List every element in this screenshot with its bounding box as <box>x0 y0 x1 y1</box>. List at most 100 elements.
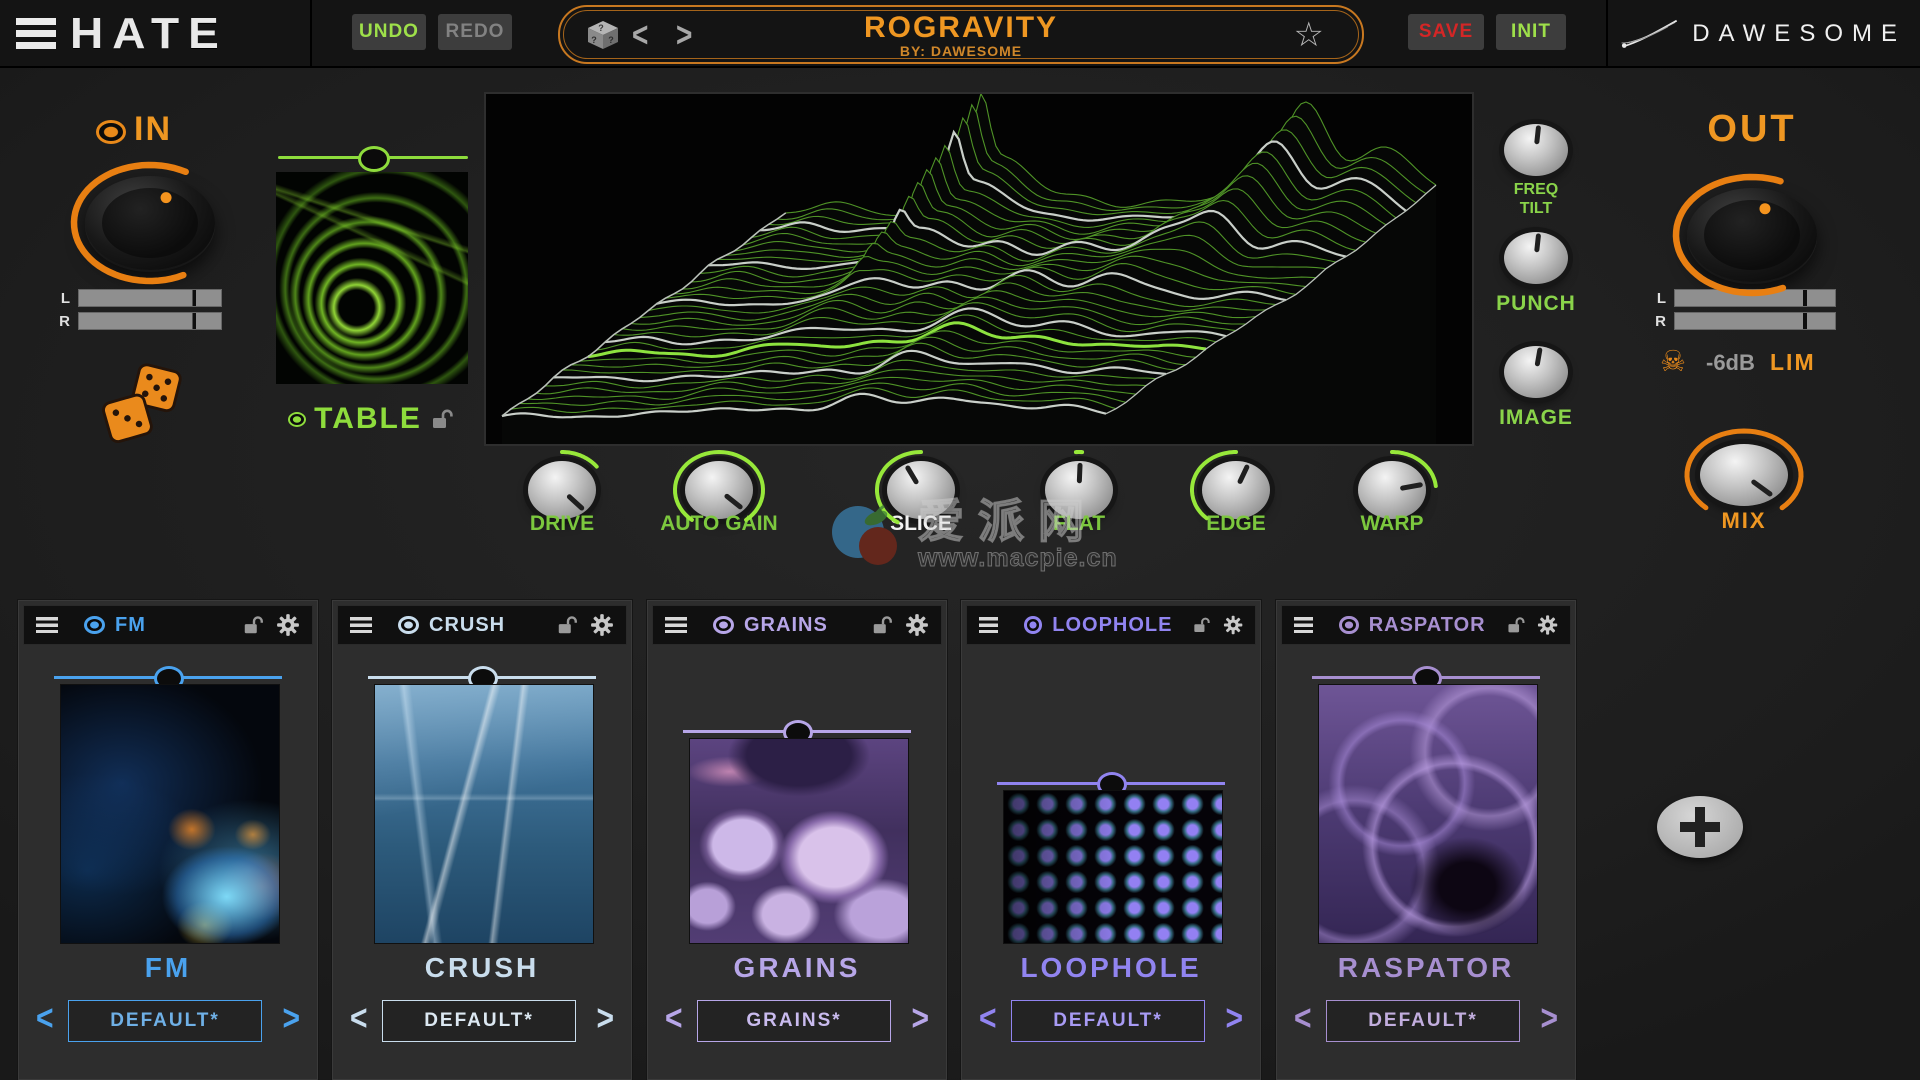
module-artwork[interactable] <box>1318 684 1538 944</box>
table-unlock-icon[interactable] <box>430 408 456 430</box>
wavetable-3d-display[interactable] <box>484 92 1474 446</box>
module-settings-icon[interactable] <box>905 613 929 637</box>
module-preset-box[interactable]: DEFAULT* <box>1326 1000 1520 1042</box>
app-logo: HATE <box>70 7 228 58</box>
auto-gain-knob[interactable] <box>685 461 753 519</box>
preset-browser[interactable]: ? ? ? < > ROGRAVITY BY: DAWESOME ☆ <box>558 5 1364 64</box>
module-prev-preset[interactable]: < <box>665 999 683 1040</box>
module-next-preset[interactable]: > <box>1225 999 1243 1040</box>
module-next-preset[interactable]: > <box>282 999 300 1040</box>
module-preset-box[interactable]: DEFAULT* <box>1011 1000 1205 1042</box>
table-slider-handle[interactable] <box>358 146 390 172</box>
drive-label: DRIVE <box>492 512 632 536</box>
module-name[interactable]: GRAINS <box>744 614 828 637</box>
preset-author: BY: DAWESOME <box>560 43 1362 59</box>
module-preset-box[interactable]: DEFAULT* <box>382 1000 576 1042</box>
out-meter-left: L <box>1652 289 1836 307</box>
punch-knob[interactable] <box>1504 232 1568 284</box>
in-gain-knob[interactable] <box>85 176 215 270</box>
module-settings-icon[interactable] <box>1223 613 1243 637</box>
save-button[interactable]: SAVE <box>1408 14 1484 50</box>
limiter-value[interactable]: -6dB <box>1706 350 1755 376</box>
drive-knob[interactable] <box>528 461 596 519</box>
module-next-preset[interactable]: > <box>911 999 929 1040</box>
module-artwork[interactable] <box>1003 790 1223 944</box>
module-header: CRUSH <box>337 605 627 645</box>
module-menu-icon[interactable] <box>979 617 998 633</box>
module-next-preset[interactable]: > <box>596 999 614 1040</box>
module-name[interactable]: CRUSH <box>429 614 505 637</box>
module-panel-grains: GRAINS GRAINS < GRAINS* > <box>647 600 947 1080</box>
add-module-button[interactable] <box>1657 796 1743 858</box>
module-unlock-icon[interactable] <box>556 613 580 637</box>
module-menu-icon[interactable] <box>1294 617 1313 633</box>
wavetable-thumbnail[interactable] <box>276 172 468 384</box>
module-menu-icon[interactable] <box>665 617 687 633</box>
module-artwork[interactable] <box>689 738 909 944</box>
warp-label: WARP <box>1322 512 1462 536</box>
module-settings-icon[interactable] <box>590 613 614 637</box>
module-artwork[interactable] <box>60 684 280 944</box>
module-unlock-icon[interactable] <box>1506 613 1527 637</box>
in-led[interactable] <box>96 120 126 144</box>
main-menu-icon[interactable] <box>16 18 56 49</box>
top-bar: HATE UNDO REDO ? ? ? < > ROGRAVITY BY: D… <box>0 0 1920 68</box>
module-name[interactable]: FM <box>115 614 146 637</box>
out-gain-knob[interactable] <box>1687 188 1817 282</box>
module-preset-name: GRAINS* <box>746 1010 841 1032</box>
freq-tilt-label: FREQ TILT <box>1496 180 1576 218</box>
flat-knob[interactable] <box>1045 461 1113 519</box>
meter-bar <box>1674 312 1836 330</box>
module-settings-icon[interactable] <box>276 613 300 637</box>
table-label-row[interactable]: TABLE <box>262 402 482 436</box>
limiter-label[interactable]: LIM <box>1770 349 1816 376</box>
warp-knob[interactable] <box>1358 461 1426 519</box>
module-prev-preset[interactable]: < <box>1294 999 1312 1040</box>
favorite-star-icon[interactable]: ☆ <box>1294 15 1324 55</box>
module-unlock-icon[interactable] <box>1192 613 1212 637</box>
module-menu-icon[interactable] <box>350 617 372 633</box>
flat-label: FLAT <box>1009 512 1149 536</box>
mix-knob[interactable] <box>1700 444 1788 506</box>
meter-label-r: R <box>1652 313 1666 330</box>
slice-knob[interactable] <box>887 461 955 519</box>
module-settings-icon[interactable] <box>1537 613 1558 637</box>
module-name[interactable]: RASPATOR <box>1369 614 1486 637</box>
module-next-preset[interactable]: > <box>1540 999 1558 1040</box>
edge-label: EDGE <box>1166 512 1306 536</box>
undo-button[interactable]: UNDO <box>352 14 426 50</box>
table-led[interactable] <box>288 412 306 427</box>
module-menu-icon[interactable] <box>36 617 58 633</box>
module-preset-row: < DEFAULT* > <box>961 1000 1261 1042</box>
module-unlock-icon[interactable] <box>871 613 895 637</box>
init-button[interactable]: INIT <box>1496 14 1566 50</box>
edge-knob[interactable] <box>1202 461 1270 519</box>
module-led[interactable] <box>1024 616 1043 634</box>
mix-label: MIX <box>1694 508 1794 534</box>
module-led[interactable] <box>1339 616 1358 634</box>
module-preset-box[interactable]: DEFAULT* <box>68 1000 262 1042</box>
image-knob[interactable] <box>1504 346 1568 398</box>
redo-button[interactable]: REDO <box>438 14 512 50</box>
module-panel-fm: FM FM < DEFAULT* > <box>18 600 318 1080</box>
module-header: LOOPHOLE <box>966 605 1256 645</box>
freq-tilt-knob[interactable] <box>1504 124 1568 176</box>
module-unlock-icon[interactable] <box>242 613 266 637</box>
limiter-skull-icon[interactable]: ☠ <box>1660 344 1686 379</box>
auto-gain-label: AUTO GAIN <box>634 512 804 536</box>
module-prev-preset[interactable]: < <box>350 999 368 1040</box>
module-prev-preset[interactable]: < <box>36 999 54 1040</box>
module-preset-row: < DEFAULT* > <box>1276 1000 1576 1042</box>
module-preset-box[interactable]: GRAINS* <box>697 1000 891 1042</box>
module-led[interactable] <box>713 616 734 634</box>
preset-name[interactable]: ROGRAVITY <box>560 11 1362 45</box>
module-led[interactable] <box>398 616 419 634</box>
module-led[interactable] <box>84 616 105 634</box>
module-artwork[interactable] <box>374 684 594 944</box>
module-prev-preset[interactable]: < <box>979 999 997 1040</box>
randomizer-dice-icon[interactable] <box>95 360 191 446</box>
module-preset-row: < GRAINS* > <box>647 1000 947 1042</box>
module-name[interactable]: LOOPHOLE <box>1052 614 1172 637</box>
module-panel-loophole: LOOPHOLE LOOPHOLE < DEFAULT* > <box>961 600 1261 1080</box>
module-header: FM <box>23 605 313 645</box>
